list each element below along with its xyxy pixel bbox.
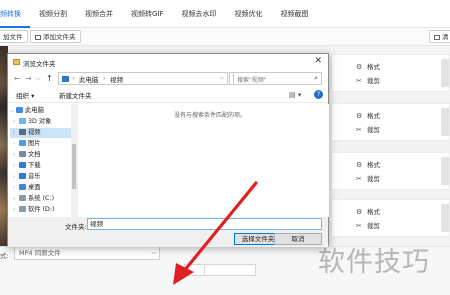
arrow-head	[173, 263, 194, 285]
app-window: 频转换 视频分割 视频合并 视频转GIF 视频去水印 视频优化 视频截图 加文件…	[0, 0, 450, 295]
arrow-shaft	[182, 181, 258, 273]
annotation-arrow	[173, 181, 258, 285]
